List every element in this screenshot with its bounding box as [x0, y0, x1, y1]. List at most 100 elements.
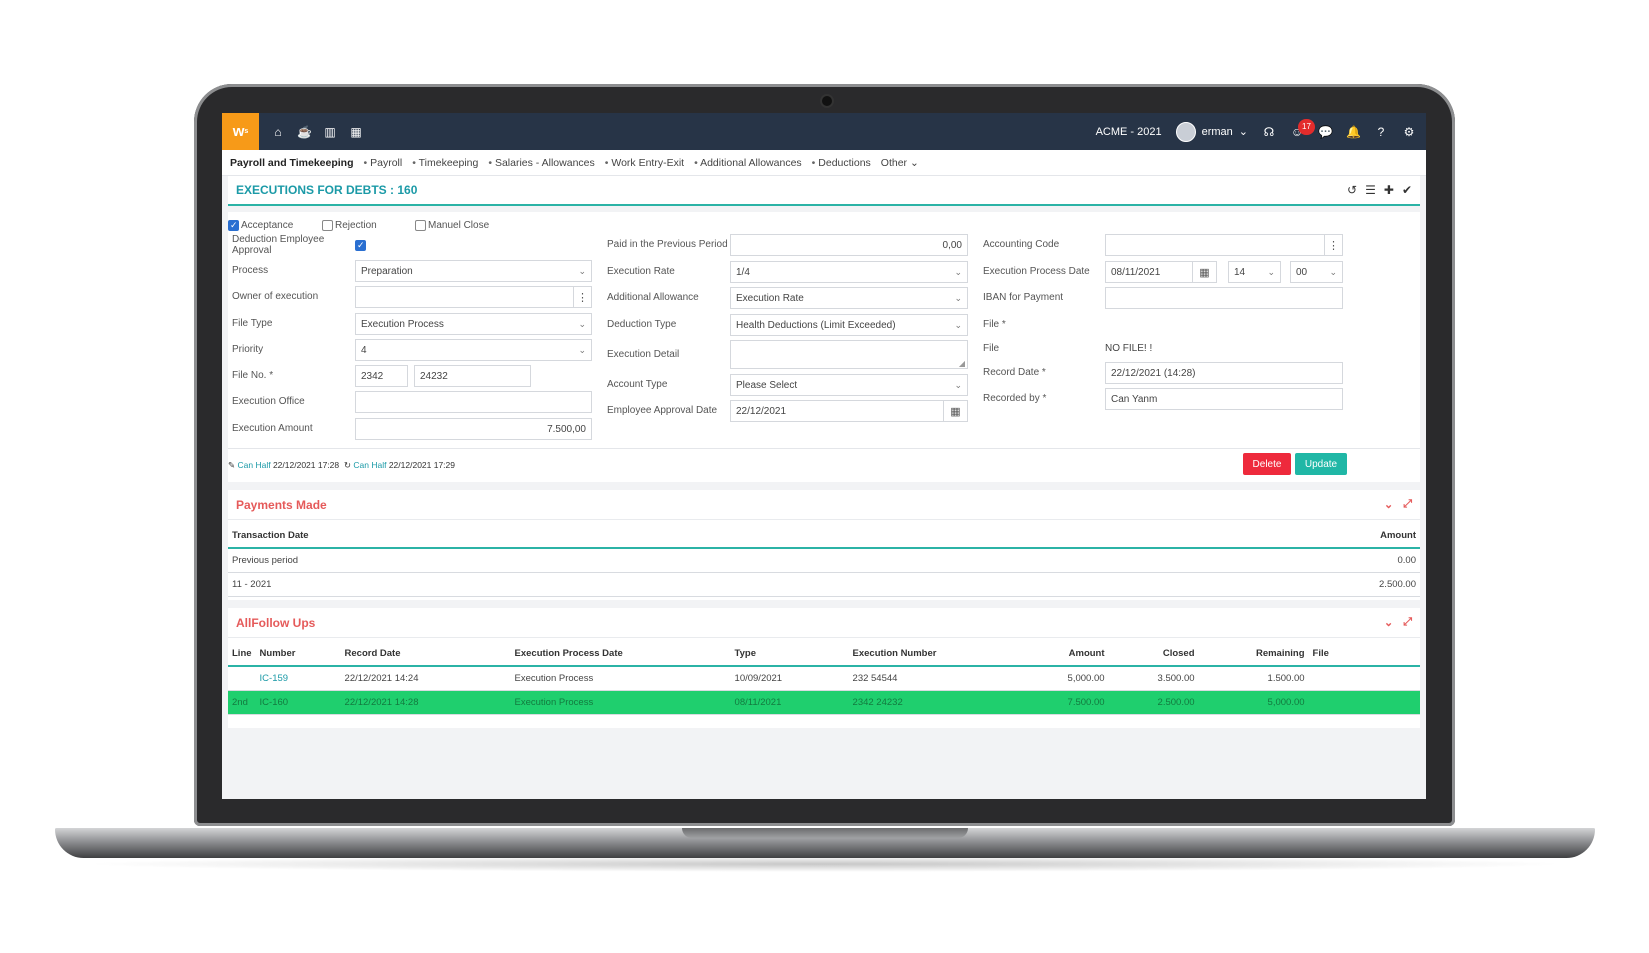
column-header[interactable]: Number [255, 642, 341, 667]
nav-item[interactable]: Salaries - Allowances [488, 157, 595, 169]
headset-icon[interactable]: ☊ [1262, 125, 1276, 139]
paid-previous-label: Paid in the Previous Period [607, 239, 728, 250]
chevron-down-icon: ⌄ [1238, 126, 1248, 138]
collapse-icon[interactable]: ⌄ [1384, 616, 1393, 629]
iban-label: IBAN for Payment [983, 292, 1064, 303]
delete-button[interactable]: Delete [1243, 453, 1291, 475]
update-user-link[interactable]: Can Half [353, 460, 386, 470]
nav-item[interactable]: Work Entry-Exit [605, 157, 684, 169]
nav-item[interactable]: Timekeeping [412, 157, 479, 169]
rejection-label: Rejection [335, 220, 377, 231]
table-row[interactable]: IC-159 22/12/2021 14:24 Execution Proces… [228, 666, 1420, 691]
nav-module-title[interactable]: Payroll and Timekeeping [230, 157, 354, 169]
priority-select[interactable]: 4 ⌄ [355, 339, 592, 361]
history-icon[interactable]: ↺ [1347, 183, 1357, 197]
execution-process-date-input[interactable]: 08/11/2021 ▦ [1105, 261, 1217, 283]
deduction-type-label: Deduction Type [607, 319, 677, 330]
hour-select[interactable]: 14 ⌄ [1228, 261, 1281, 283]
add-icon[interactable]: ✚ [1384, 183, 1394, 197]
payments-table: Transaction Date Amount Previous period 0… [228, 524, 1420, 597]
manuel-close-label: Manuel Close [428, 220, 490, 231]
update-button[interactable]: Update [1295, 453, 1347, 475]
execution-detail-textarea[interactable]: ◢ [730, 340, 968, 369]
column-header[interactable]: Record Date [340, 642, 511, 667]
execution-office-input[interactable] [355, 391, 592, 413]
table-row[interactable]: 11 - 2021 2.500.00 [228, 572, 1420, 597]
payments-title: Payments Made [236, 497, 327, 512]
column-header[interactable]: Amount [1006, 524, 1420, 549]
calendar-icon[interactable]: ▦ [943, 401, 967, 421]
record-date-input[interactable]: 22/12/2021 (14:28) [1105, 362, 1343, 384]
column-header[interactable]: File [1308, 642, 1420, 667]
process-select[interactable]: Preparation ⌄ [355, 260, 592, 282]
column-header[interactable]: Amount [998, 642, 1109, 667]
company-selector[interactable]: ACME - 2021 [1096, 126, 1162, 138]
chart-icon[interactable]: ▥ [323, 125, 337, 139]
calendar-icon[interactable]: ▦ [1192, 262, 1216, 282]
camera [820, 94, 834, 108]
calendar-icon[interactable]: ▦ [349, 125, 363, 139]
additional-allowance-label: Additional Allowance [607, 292, 699, 303]
home-icon[interactable]: ⌂ [271, 125, 285, 139]
payments-header: Payments Made ⌄ ⤢ [228, 490, 1420, 520]
acceptance-checkbox[interactable] [228, 220, 239, 231]
chat-icon[interactable]: 💬 [1318, 125, 1333, 139]
accounting-code-input[interactable]: ⋮ [1105, 234, 1343, 256]
table-row-selected[interactable]: 2nd IC-160 22/12/2021 14:28 Execution Pr… [228, 690, 1420, 715]
emoji-icon[interactable]: ☺ 17 [1290, 118, 1315, 139]
column-header[interactable]: Remaining [1198, 642, 1309, 667]
file-no-input-2[interactable]: 24232 [414, 365, 531, 387]
chevron-down-icon: ⌄ [1329, 267, 1337, 277]
collapse-icon[interactable]: ⌄ [1384, 498, 1393, 511]
additional-allowance-select[interactable]: Execution Rate ⌄ [730, 287, 968, 309]
manuel-close-checkbox[interactable] [415, 220, 426, 231]
deduction-employee-approval-checkbox[interactable] [355, 240, 366, 251]
file-value: NO FILE! ! [1105, 343, 1153, 354]
edit-user-link[interactable]: Can Half [238, 460, 271, 470]
minute-select[interactable]: 00 ⌄ [1290, 261, 1343, 283]
followup-number-link[interactable]: IC-160 [255, 690, 341, 715]
execution-rate-select[interactable]: 1/4 ⌄ [730, 261, 968, 283]
nav-item[interactable]: Payroll [364, 157, 402, 169]
column-header[interactable]: Execution Number [848, 642, 999, 667]
expand-icon[interactable]: ⤢ [1403, 616, 1412, 629]
account-type-select[interactable]: Please Select ⌄ [730, 374, 968, 396]
column-header[interactable]: Transaction Date [228, 524, 1007, 549]
deduction-type-select[interactable]: Health Deductions (Limit Exceeded) ⌄ [730, 314, 968, 336]
column-header[interactable]: Line [228, 642, 256, 667]
followup-number-link[interactable]: IC-159 [255, 666, 341, 691]
nav-item[interactable]: Deductions [812, 157, 871, 169]
help-icon[interactable]: ? [1374, 125, 1388, 139]
column-header[interactable]: Closed [1108, 642, 1199, 667]
more-vertical-icon[interactable]: ⋮ [1324, 235, 1342, 255]
paid-previous-input[interactable]: 0,00 [730, 234, 968, 256]
table-row[interactable]: Previous period 0.00 [228, 548, 1420, 573]
followups-table: Line Number Record Date Execution Proces… [228, 642, 1420, 715]
app-logo[interactable]: ws [222, 113, 259, 150]
coffee-icon[interactable]: ☕ [297, 125, 312, 139]
employee-approval-date-input[interactable]: 22/12/2021 ▦ [730, 400, 968, 422]
gear-icon[interactable]: ⚙ [1402, 125, 1416, 139]
list-icon[interactable]: ☰ [1365, 183, 1376, 197]
recorded-by-input[interactable]: Can Yanm [1105, 388, 1343, 410]
followups-title: AllFollow Ups [236, 615, 316, 630]
rejection-checkbox[interactable] [322, 220, 333, 231]
column-header[interactable]: Type [730, 642, 849, 667]
column-header[interactable]: Execution Process Date [510, 642, 731, 667]
priority-label: Priority [232, 344, 264, 355]
account-type-label: Account Type [607, 379, 668, 390]
chevron-down-icon: ⌄ [578, 266, 586, 276]
user-menu[interactable]: erman ⌄ [1175, 121, 1248, 142]
bell-icon[interactable]: 🔔 [1346, 125, 1361, 139]
owner-input[interactable]: ⋮ [355, 286, 592, 308]
resize-handle-icon[interactable]: ◢ [959, 359, 965, 368]
expand-icon[interactable]: ⤢ [1403, 498, 1412, 511]
nav-item[interactable]: Additional Allowances [694, 157, 802, 169]
execution-amount-input[interactable]: 7.500,00 [355, 418, 592, 440]
iban-input[interactable] [1105, 287, 1343, 309]
file-no-input-1[interactable]: 2342 [355, 365, 408, 387]
check-icon[interactable]: ✔ [1402, 183, 1412, 197]
more-vertical-icon[interactable]: ⋮ [573, 287, 591, 307]
nav-other[interactable]: Other ⌄ [881, 157, 919, 169]
file-type-select[interactable]: Execution Process ⌄ [355, 313, 592, 335]
